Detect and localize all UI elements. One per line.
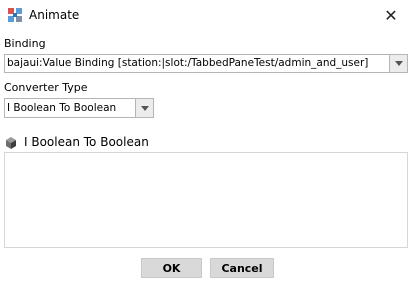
converter-properties-panel [4,152,408,248]
binding-dropdown[interactable]: bajaui:Value Binding [station:|slot:/Tab… [4,54,408,73]
cancel-button[interactable]: Cancel [210,258,274,278]
close-button[interactable]: ✕ [368,0,414,30]
cube-icon [6,137,16,149]
binding-label: Binding [4,37,46,50]
converter-panel-title: I Boolean To Boolean [24,135,149,149]
chevron-down-icon [394,61,403,66]
converter-type-label: Converter Type [4,81,88,94]
app-icon [8,8,22,22]
ok-button[interactable]: OK [141,258,202,278]
binding-value: bajaui:Value Binding [station:|slot:/Tab… [7,57,369,69]
converter-dropdown-button[interactable] [135,99,153,117]
window-title: Animate [29,8,80,22]
binding-dropdown-button[interactable] [389,55,407,72]
converter-type-value: I Boolean To Boolean [7,102,117,114]
dialog-content: Binding bajaui:Value Binding [station:|s… [0,30,414,285]
close-icon[interactable]: ✕ [384,6,397,25]
title-bar: Animate ✕ [0,0,414,30]
converter-type-dropdown[interactable]: I Boolean To Boolean [4,98,154,118]
chevron-down-icon [140,105,149,111]
